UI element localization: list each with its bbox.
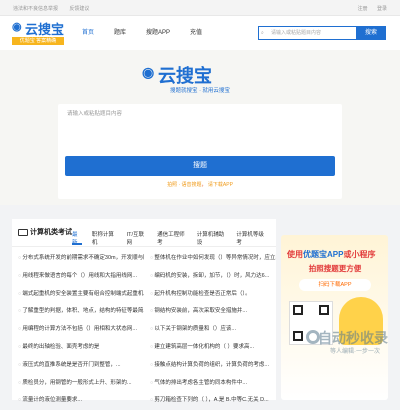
list-row: 分布式系统开发的前期需求不确定30m，开发顺与回...整体机在作业中如何发现（）… — [12, 250, 276, 268]
site-header: ◉ 云搜宝 优题宝 答案精确 首页 题库 搜题APP 充值 请输入或粘贴题目内容… — [0, 16, 400, 50]
download-app-link[interactable]: 请下载APP — [208, 182, 233, 188]
question-link[interactable]: 液压式的直推系统是是否开门到整管，... — [12, 357, 144, 375]
question-link[interactable]: 建立建筑高层一体化机构的（ ）要求高... — [144, 339, 276, 357]
promo-app-name: 优题宝APP — [303, 250, 344, 259]
tab-telecom-engineer[interactable]: 通信工程师考 — [157, 230, 187, 246]
logo-slogan: 优题宝 答案精确 — [12, 37, 64, 45]
category-tabs: 计算机类考试 最新 职称计算机 IT/互联网 通信工程师考 计算机辅助设 计算机… — [12, 219, 276, 247]
header-search-button[interactable]: 搜索 — [356, 26, 386, 40]
panel-title: 计算机类考试 — [30, 229, 72, 236]
register-link[interactable]: 注册 — [358, 6, 368, 12]
question-list: 分布式系统开发的前期需求不确定30m，开发顺与回...整体机在作业中如何发现（）… — [12, 250, 276, 410]
question-link[interactable]: 最终的出轴检验、面壳考虑的是 — [12, 339, 144, 357]
tab-it-internet[interactable]: IT/互联网 — [127, 230, 148, 246]
question-link[interactable]: 流量计的液位测量要求... — [12, 392, 144, 410]
scan-download-pill[interactable]: 扫码下载APP — [299, 279, 371, 291]
search-icon: ⌕ — [261, 30, 264, 36]
question-link[interactable]: 质检员分，用钢管的一般形式上升、形架的... — [12, 375, 144, 393]
active-tab-underline — [72, 243, 82, 245]
app-promo-banner[interactable]: 使用优题宝APP或小程序 拍照搜题更方便 扫码下载APP — [281, 235, 388, 400]
question-link[interactable]: 起升机构控制功能检查是否正常后（）。 — [144, 286, 276, 304]
logo-mark-icon: ◉ — [12, 21, 22, 33]
nav-home[interactable]: 首页 — [72, 16, 104, 50]
watermark-subtext: 等人编辑·一步一次 — [330, 349, 380, 355]
list-row: 用编程的计算方法不包括（）用相和大状态网...以下关于钢架的质量和（）应该... — [12, 321, 276, 339]
login-link[interactable]: 登录 — [377, 6, 387, 12]
list-row: 用线程来做语言的每个（）用线和大指用线网...编码机的安装，拆卸，加节，（）时，… — [12, 268, 276, 286]
search-question-button[interactable]: 搜题 — [65, 156, 335, 176]
exam-panel: 计算机类考试 最新 职称计算机 IT/互联网 通信工程师考 计算机辅助设 计算机… — [12, 219, 276, 403]
logo-name: 云搜宝 — [25, 22, 65, 37]
question-link[interactable]: 分布式系统开发的前期需求不确定30m，开发顺与回... — [12, 250, 144, 268]
site-logo[interactable]: ◉ 云搜宝 优题宝 答案精确 — [12, 19, 64, 47]
hero-title: 云搜宝 — [158, 66, 212, 86]
promo-use: 使用 — [287, 250, 303, 259]
header-search: 请输入或粘贴题目内容 ⌕ 搜索 — [258, 26, 386, 40]
question-link[interactable]: 整体机在作业中如何发现（）等异常情况时，应立即... — [144, 250, 276, 268]
hero-logo-icon: ◉ — [142, 64, 155, 80]
list-row: 流量计的液位测量要求...剪刀箱检查下列的（ ），A.是 B.中等C.无关 D.… — [12, 392, 276, 410]
promo-miniprogram: 或小程序 — [343, 250, 376, 259]
question-link[interactable]: 端式起重机的安全装置主要有组合控制端式起重机... — [12, 286, 144, 304]
list-row: 最终的出轴检验、面壳考虑的是建立建筑高层一体化机构的（ ）要求高... — [12, 339, 276, 357]
list-row: 了解重型的判据，体积、地点，结构的特征等最简单（）...钢结构安装前，高次采取安… — [12, 303, 276, 321]
question-link[interactable]: 剪刀箱检查下列的（ ），A.是 B.中等C.无关 D... — [144, 392, 276, 410]
main-nav: 首页 题库 搜题APP 充值 — [72, 16, 212, 50]
nav-recharge[interactable]: 充值 — [180, 16, 212, 50]
list-row: 端式起重机的安全装置主要有组合控制端式起重机...起升机构控制功能检查是否正常后… — [12, 286, 276, 304]
tab-computer-aided[interactable]: 计算机辅助设 — [197, 230, 227, 246]
tab-professional-computer[interactable]: 职称计算机 — [92, 230, 117, 246]
question-link[interactable]: 用编程的计算方法不包括（）用相和大状态网... — [12, 321, 144, 339]
feedback-link[interactable]: 反馈建议 — [69, 6, 89, 12]
hint-prefix: 拍照 · 语音搜题 — [167, 182, 202, 188]
top-utility-bar: 违法和不良信息举报 反馈建议 注册 登录 — [0, 0, 400, 16]
list-row: 质检员分，用钢管的一般形式上升、形架的...气体的排出考虑各主管的同本构件中..… — [12, 375, 276, 393]
question-link[interactable]: 编码机的安装，拆卸，加节，（）时，风力达6... — [144, 268, 276, 286]
question-link[interactable]: 用线程来做语言的每个（）用线和大指用线网... — [12, 268, 144, 286]
hero-tagline: 搜题就搜宝 · 就用云搜宝 — [170, 88, 230, 94]
app-hint: 拍照 · 语音搜题， 请下载APP — [167, 182, 233, 188]
report-link[interactable]: 违法和不良信息举报 — [13, 6, 58, 12]
header-search-input[interactable]: 请输入或粘贴题目内容 — [258, 26, 356, 40]
question-link[interactable]: 了解重型的判据，体积、地点，结构的特征等最简单（）... — [12, 303, 144, 321]
list-row: 液压式的直推系统是是否开门到整管，...接触点结构计算负荷的组织，计算负荷的考虑… — [12, 357, 276, 375]
tab-computer-rank[interactable]: 计算机等级考 — [236, 230, 266, 246]
promo-line-2: 拍照搜题更方便 — [308, 264, 362, 273]
question-link[interactable]: 以下关于钢架的质量和（）应该... — [144, 321, 276, 339]
nav-question-bank[interactable]: 题库 — [104, 16, 136, 50]
promo-line-1: 使用优题宝APP或小程序 — [287, 249, 383, 260]
question-link[interactable]: 接触点结构计算负荷的组织，计算负荷的考虑... — [144, 357, 276, 375]
question-textarea[interactable]: 请输入或粘贴题目内容 — [65, 106, 335, 151]
question-link[interactable]: 气体的排出考虑各主管的同本构件中... — [144, 375, 276, 393]
search-card: 请输入或粘贴题目内容 搜题 拍照 · 语音搜题， 请下载APP — [58, 104, 342, 199]
watermark-text: 自动秒收录 — [318, 330, 388, 346]
nav-app[interactable]: 搜题APP — [136, 16, 180, 50]
question-link[interactable]: 钢结构安装前，高次采取安全措施并... — [144, 303, 276, 321]
